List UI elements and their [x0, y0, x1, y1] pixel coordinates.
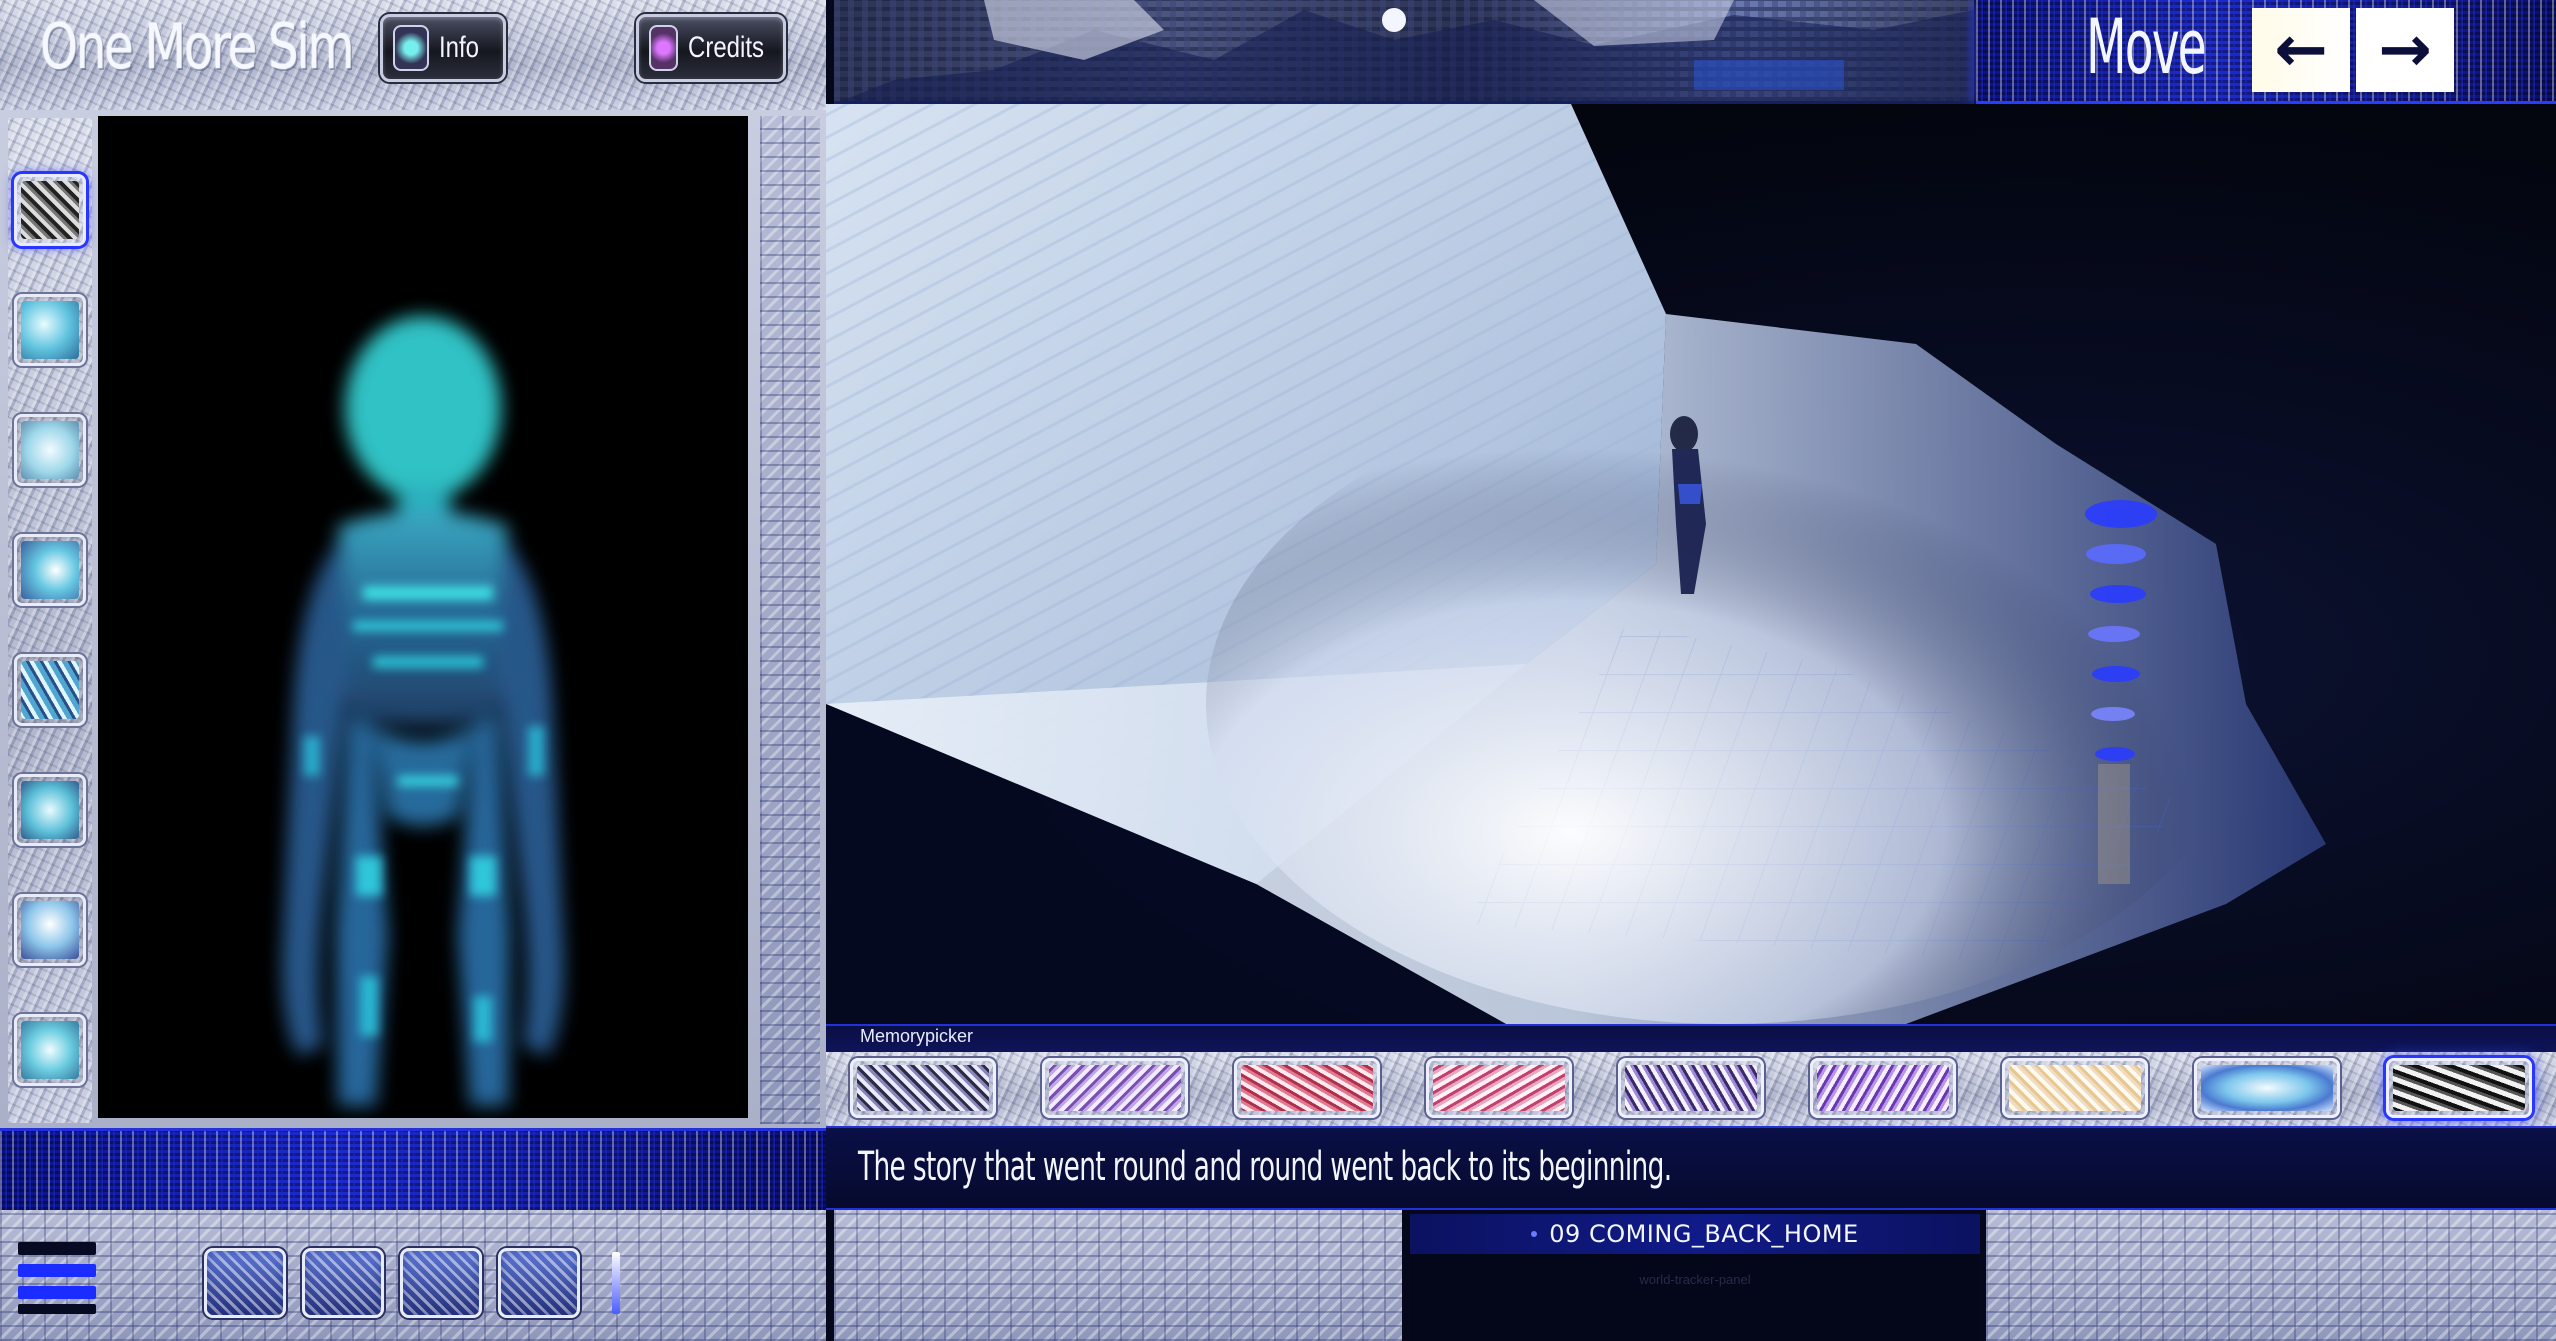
outfit-thumbnail [21, 781, 79, 839]
memory-slot-8[interactable] [2194, 1058, 2340, 1118]
left-header: One More Sim Info Credits [0, 0, 826, 110]
wave-button[interactable] [498, 1248, 580, 1318]
bottom-toolbar [0, 1210, 826, 1341]
memory-thumbnail [1433, 1065, 1565, 1111]
story-text: The story that went round and round went… [858, 1144, 1672, 1190]
info-icon [393, 25, 429, 71]
menu-button[interactable] [18, 1240, 96, 1318]
outfit-thumbnail [21, 301, 79, 359]
outfit-thumbnail [21, 421, 79, 479]
scene-render [826, 104, 2326, 1024]
volume-slider-thumb[interactable] [612, 1252, 620, 1314]
memory-slot-row [826, 1052, 2556, 1126]
side-rail [760, 116, 820, 1124]
info-button[interactable]: Info [380, 14, 506, 82]
bottom-bar: 09 COMING_BACK_HOME world-tracker-panel [0, 1210, 2556, 1341]
move-left-button[interactable]: ← [2252, 8, 2350, 92]
memorypicker-panel: Memorypicker [826, 1024, 2556, 1126]
bottom-right-decor [1986, 1210, 2556, 1341]
outfit-thumbnail [21, 1021, 79, 1079]
world-indicator-dot [1531, 1231, 1538, 1237]
character-preview[interactable] [98, 116, 748, 1118]
memory-slot-2[interactable] [1042, 1058, 1188, 1118]
memory-thumbnail [2009, 1065, 2141, 1111]
memory-slot-6[interactable] [1810, 1058, 1956, 1118]
memory-thumbnail [1241, 1065, 1373, 1111]
memorypicker-label: Memorypicker [860, 1026, 974, 1046]
world-name-row: 09 COMING_BACK_HOME [1410, 1214, 1980, 1254]
outfit-thumbnail [21, 661, 79, 719]
outfit-slot-3[interactable] [14, 414, 86, 486]
memory-thumbnail [1625, 1065, 1757, 1111]
world-map-art [834, 0, 1974, 104]
arrow-right-icon: → [2378, 13, 2432, 87]
equalizer-button[interactable] [204, 1248, 286, 1318]
game-viewport[interactable] [826, 104, 2556, 1024]
search-button[interactable] [400, 1248, 482, 1318]
memory-slot-3[interactable] [1234, 1058, 1380, 1118]
memory-slot-4[interactable] [1426, 1058, 1572, 1118]
credits-button-label: Credits [687, 31, 764, 64]
arrow-left-icon: ← [2274, 13, 2328, 87]
credits-icon [649, 25, 678, 71]
outfit-slot-6[interactable] [14, 774, 86, 846]
outfit-slot-4[interactable] [14, 534, 86, 606]
credits-button[interactable]: Credits [636, 14, 786, 82]
outfit-slot-5[interactable] [14, 654, 86, 726]
bottom-decor-panel [834, 1210, 1402, 1341]
outfit-slot-7[interactable] [14, 894, 86, 966]
memory-thumbnail [1817, 1065, 1949, 1111]
outfit-thumbnail [21, 541, 79, 599]
outfit-slot-8[interactable] [14, 1014, 86, 1086]
left-status-strip [0, 1128, 826, 1210]
memory-thumbnail [1049, 1065, 1181, 1111]
character-figure [282, 316, 564, 1106]
memory-thumbnail [2201, 1065, 2333, 1111]
character-panel [0, 110, 826, 1130]
move-panel: Move ← → [1976, 0, 2556, 104]
world-map-strip [834, 0, 1974, 104]
memory-slot-9[interactable] [2386, 1058, 2532, 1118]
story-bar: The story that went round and round went… [826, 1126, 2556, 1210]
memory-thumbnail [2393, 1065, 2525, 1111]
app-title: One More Sim [40, 10, 355, 83]
move-label: Move [2086, 2, 2207, 91]
memory-slot-7[interactable] [2002, 1058, 2148, 1118]
move-right-button[interactable]: → [2356, 8, 2454, 92]
memory-thumbnail [857, 1065, 989, 1111]
info-button-label: Info [439, 31, 480, 64]
outfit-strip [8, 118, 92, 1123]
world-tracker-panel: 09 COMING_BACK_HOME world-tracker-panel [1410, 1214, 1980, 1341]
grid-button[interactable] [302, 1248, 384, 1318]
outfit-slot-2[interactable] [14, 294, 86, 366]
outfit-slot-1[interactable] [14, 174, 86, 246]
world-tracker-label: world-tracker-panel [1639, 1272, 1751, 1287]
outfit-thumbnail [21, 901, 79, 959]
memory-slot-1[interactable] [850, 1058, 996, 1118]
outfit-thumbnail [21, 181, 79, 239]
world-name: 09 COMING_BACK_HOME [1549, 1220, 1859, 1248]
memory-slot-5[interactable] [1618, 1058, 1764, 1118]
